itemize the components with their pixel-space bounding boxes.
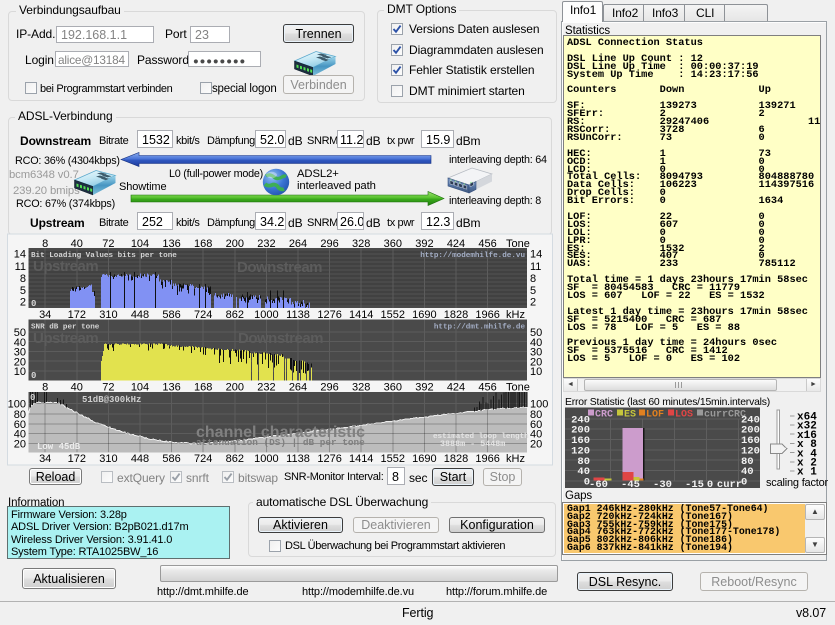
svg-text:kHz: kHz	[506, 309, 525, 321]
svg-text:20: 20	[14, 438, 26, 450]
svg-text:424: 424	[447, 381, 465, 393]
svg-text:456: 456	[478, 381, 496, 393]
svg-text:34: 34	[39, 309, 51, 321]
svg-text:http://dmt.mhilfe.de: http://dmt.mhilfe.de	[434, 324, 526, 332]
svg-text:20: 20	[530, 438, 542, 450]
svg-text:2: 2	[530, 297, 536, 309]
svg-text:Bit Loading Values bits per: Bit Loading Values bits per tone	[31, 252, 177, 260]
svg-text:3888m - 5448m: 3888m - 5448m	[440, 439, 505, 449]
svg-text:1276: 1276	[317, 453, 341, 465]
svg-text:ES: ES	[624, 410, 636, 421]
svg-text:0: 0	[30, 393, 35, 403]
svg-text:11: 11	[15, 261, 26, 273]
svg-text:8: 8	[530, 273, 536, 285]
svg-text:-45: -45	[621, 479, 640, 491]
svg-text:1000: 1000	[254, 309, 278, 321]
svg-text:10: 10	[14, 366, 26, 378]
svg-text:10: 10	[530, 366, 542, 378]
svg-text:14: 14	[530, 249, 542, 261]
svg-text:1414: 1414	[349, 309, 373, 321]
svg-text:1828: 1828	[444, 309, 468, 321]
svg-text:448: 448	[131, 453, 149, 465]
svg-text:1966: 1966	[475, 453, 499, 465]
svg-text:-15: -15	[685, 479, 704, 491]
svg-text:200: 200	[226, 381, 244, 393]
svg-text:1966: 1966	[475, 309, 499, 321]
svg-text:1000: 1000	[254, 453, 278, 465]
svg-text:104: 104	[131, 381, 149, 393]
svg-text:http://modemhilfe.de.vu: http://modemhilfe.de.vu	[420, 252, 525, 260]
svg-text:curr: curr	[717, 479, 742, 491]
svg-text:LOS: LOS	[675, 410, 693, 421]
svg-text:Upstream: Upstream	[33, 330, 98, 347]
svg-text:-30: -30	[653, 479, 672, 491]
svg-text:586: 586	[162, 309, 180, 321]
svg-text:296: 296	[320, 381, 338, 393]
svg-text:5: 5	[20, 285, 26, 297]
svg-text:SNR dB per tone: SNR dB per tone	[31, 324, 100, 332]
svg-text:Low 45dB: Low 45dB	[37, 442, 81, 452]
svg-text:8: 8	[42, 381, 48, 393]
svg-text:1138: 1138	[286, 453, 310, 465]
svg-text:136: 136	[162, 381, 180, 393]
svg-text:168: 168	[194, 381, 212, 393]
svg-text:862: 862	[226, 309, 244, 321]
svg-text:586: 586	[162, 453, 180, 465]
svg-text:392: 392	[415, 381, 433, 393]
svg-text:1276: 1276	[317, 309, 341, 321]
svg-text:310: 310	[99, 453, 117, 465]
svg-text:CRC: CRC	[595, 410, 613, 421]
svg-text:72: 72	[102, 381, 114, 393]
svg-text:currCRC: currCRC	[704, 410, 746, 421]
svg-text:172: 172	[68, 453, 86, 465]
svg-text:862: 862	[226, 453, 244, 465]
svg-text:14: 14	[14, 249, 26, 261]
svg-text:8: 8	[20, 273, 26, 285]
svg-text:448: 448	[131, 309, 149, 321]
svg-text:attenuation (DS) | dB per tone: attenuation (DS) | dB per tone	[196, 437, 365, 448]
svg-text:1690: 1690	[412, 453, 436, 465]
svg-text:LOF: LOF	[646, 410, 664, 421]
svg-text:1690: 1690	[412, 309, 436, 321]
svg-text:264: 264	[289, 381, 307, 393]
svg-text:5: 5	[530, 285, 536, 297]
svg-text:0: 0	[31, 371, 36, 381]
svg-text:724: 724	[194, 309, 212, 321]
svg-text:1138: 1138	[286, 309, 310, 321]
svg-text:2: 2	[20, 297, 26, 309]
svg-text:1552: 1552	[381, 309, 405, 321]
svg-text:0: 0	[707, 479, 713, 491]
svg-text:1552: 1552	[381, 453, 405, 465]
svg-text:232: 232	[257, 381, 275, 393]
svg-text:172: 172	[68, 309, 86, 321]
svg-text:Downstream: Downstream	[238, 330, 323, 347]
svg-text:1414: 1414	[349, 453, 373, 465]
svg-text:11: 11	[530, 261, 541, 273]
svg-text:360: 360	[384, 381, 402, 393]
svg-text:724: 724	[194, 453, 212, 465]
svg-text:34: 34	[39, 453, 51, 465]
svg-text:Upstream: Upstream	[33, 258, 98, 275]
svg-text:310: 310	[99, 309, 117, 321]
svg-text:1828: 1828	[444, 453, 468, 465]
svg-text:328: 328	[352, 381, 370, 393]
svg-text:Downstream: Downstream	[237, 259, 322, 276]
svg-text:Tone: Tone	[506, 381, 530, 393]
svg-text:0: 0	[31, 299, 36, 309]
svg-text:kHz: kHz	[506, 453, 525, 465]
svg-text:51dB@300kHz: 51dB@300kHz	[82, 395, 141, 405]
svg-text:40: 40	[71, 381, 83, 393]
